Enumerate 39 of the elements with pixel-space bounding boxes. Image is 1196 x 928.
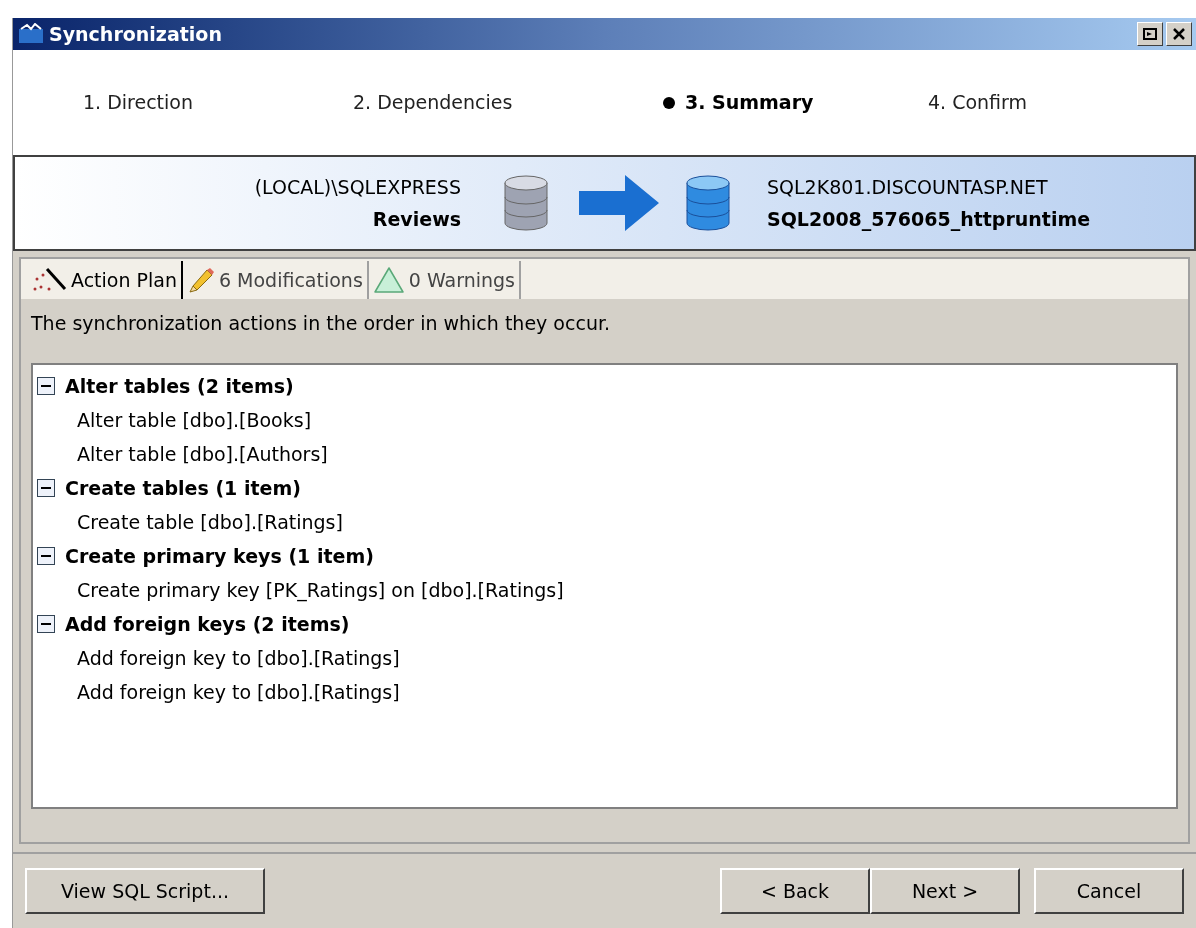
description-text: The synchronization actions in the order in which they occur. (30, 311, 612, 336)
target-server: SQL2K801.DISCOUNTASP.NET (767, 174, 1049, 200)
source-server: (LOCAL)\SQLEXPRESS (254, 174, 461, 200)
wizard-step: 1. Direction (83, 88, 193, 117)
window-title: Synchronization (49, 21, 222, 47)
action-item[interactable]: Create table [dbo].[Ratings] (77, 507, 343, 537)
action-item[interactable]: Add foreign key to [dbo].[Ratings] (77, 677, 400, 707)
collapse-toggle[interactable] (37, 547, 55, 565)
magic-wand-icon (33, 267, 67, 293)
database-icon (685, 175, 731, 231)
triangle-icon (372, 266, 405, 294)
next-button[interactable]: Next > (870, 868, 1020, 914)
restore-button[interactable] (1137, 22, 1163, 46)
collapse-toggle[interactable] (37, 377, 55, 395)
cancel-button[interactable]: Cancel (1034, 868, 1184, 914)
database-icon (503, 175, 549, 231)
target-database: SQL2008_576065_httpruntime (767, 207, 1091, 233)
action-item[interactable]: Alter table [dbo].[Books] (77, 405, 312, 435)
action-group[interactable]: Create primary keys (1 item) (65, 541, 374, 571)
back-button[interactable]: < Back (720, 868, 870, 914)
action-item[interactable]: Create primary key [PK_Ratings] on [dbo].[Ratings] (77, 575, 564, 605)
collapse-toggle[interactable] (37, 615, 55, 633)
wizard-step: 4. Confirm (928, 88, 1028, 117)
close-button[interactable] (1166, 22, 1192, 46)
wizard-step: 3. Summary (685, 88, 814, 117)
restore-icon (1143, 28, 1157, 40)
action-item[interactable]: Add foreign key to [dbo].[Ratings] (77, 643, 400, 673)
view-sql-script-button[interactable]: View SQL Script... (25, 868, 265, 914)
arrow-icon (579, 175, 659, 231)
action-item[interactable]: Alter table [dbo].[Authors] (77, 439, 328, 469)
pencil-icon (186, 266, 215, 294)
action-group[interactable]: Create tables (1 item) (65, 473, 301, 503)
wizard-step: 2. Dependencies (353, 88, 513, 117)
app-icon (17, 23, 45, 45)
action-group[interactable]: Add foreign keys (2 items) (65, 609, 350, 639)
action-group[interactable]: Alter tables (2 items) (65, 371, 294, 401)
source-database: Reviews (372, 207, 461, 232)
close-icon (1173, 28, 1185, 40)
collapse-toggle[interactable] (37, 479, 55, 497)
